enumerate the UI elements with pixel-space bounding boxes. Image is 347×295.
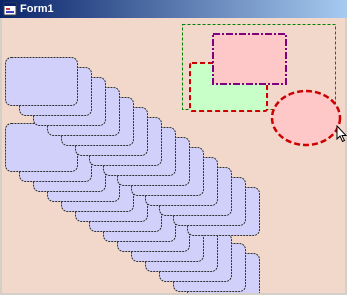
pink-ellipse[interactable] <box>270 89 342 147</box>
mouse-pointer-icon <box>336 125 347 143</box>
stack-card[interactable] <box>5 57 78 106</box>
form-window: Form1 <box>0 0 347 295</box>
pink-rectangle[interactable] <box>212 33 287 85</box>
title-bar[interactable]: Form1 <box>0 0 347 18</box>
drawing-canvas[interactable] <box>2 18 345 293</box>
form-client-area[interactable] <box>2 18 347 293</box>
form-app-icon[interactable] <box>3 2 17 16</box>
window-title: Form1 <box>20 3 54 15</box>
